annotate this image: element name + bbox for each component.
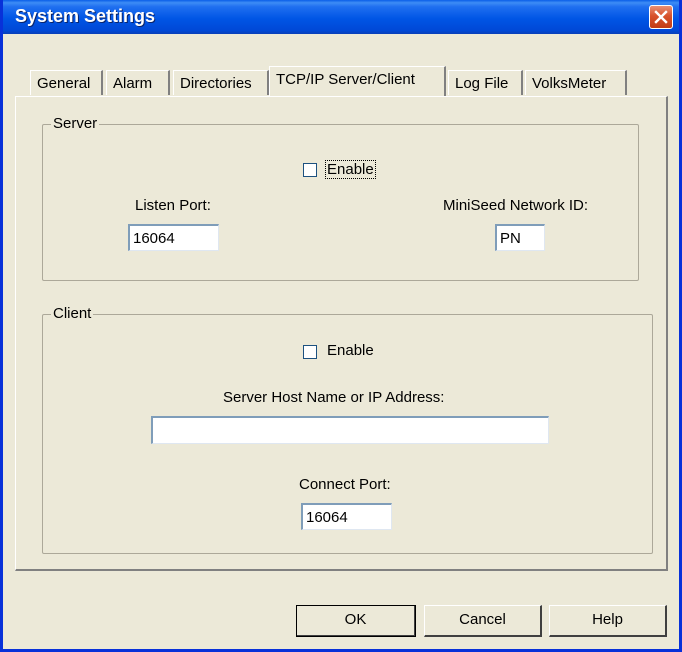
connect-port-label: Connect Port: (299, 476, 391, 493)
server-enable-checkbox[interactable] (303, 163, 317, 177)
tab-label: Alarm (113, 75, 153, 92)
tab-tcpip-server-client[interactable]: TCP/IP Server/Client (269, 66, 446, 96)
tab-directories[interactable]: Directories (173, 70, 269, 95)
server-group-label: Server (51, 115, 100, 132)
network-id-input[interactable] (495, 224, 545, 251)
listen-port-label: Listen Port: (135, 197, 211, 214)
server-enable-label[interactable]: Enable (325, 160, 376, 179)
tab-general[interactable]: General (30, 70, 103, 95)
tab-label: Log File (455, 75, 509, 92)
tab-label: VolksMeter (532, 75, 607, 92)
cancel-button[interactable]: Cancel (424, 605, 542, 637)
window-title: System Settings (15, 6, 156, 26)
help-button-label: Help (592, 611, 623, 628)
network-id-label: MiniSeed Network ID: (443, 197, 589, 214)
client-enable-checkbox[interactable] (303, 345, 317, 359)
close-button[interactable] (649, 5, 673, 29)
cancel-button-label: Cancel (459, 611, 506, 628)
server-host-label: Server Host Name or IP Address: (223, 389, 445, 406)
server-host-input[interactable] (151, 416, 549, 444)
server-group: Server Enable Listen Port: MiniSeed Netw… (42, 115, 639, 281)
tab-panel: Server Enable Listen Port: MiniSeed Netw… (15, 96, 668, 571)
system-settings-dialog: System Settings General Alarm Directorie… (0, 0, 682, 652)
help-button[interactable]: Help (549, 605, 667, 637)
ok-button[interactable]: OK (296, 605, 416, 637)
tab-alarm[interactable]: Alarm (106, 70, 170, 95)
listen-port-input[interactable] (128, 224, 219, 251)
tab-log-file[interactable]: Log File (448, 70, 523, 95)
title-bar[interactable]: System Settings (3, 0, 679, 34)
ok-button-label: OK (344, 611, 367, 628)
client-enable-label[interactable]: Enable (327, 342, 374, 359)
tab-label: General (37, 75, 91, 92)
tab-label: TCP/IP Server/Client (276, 71, 415, 88)
client-group: Client Enable Server Host Name or IP Add… (42, 305, 653, 554)
tab-volksmeter[interactable]: VolksMeter (525, 70, 627, 95)
client-group-label: Client (51, 305, 94, 322)
tab-label: Directories (180, 75, 252, 92)
connect-port-input[interactable] (301, 503, 392, 530)
